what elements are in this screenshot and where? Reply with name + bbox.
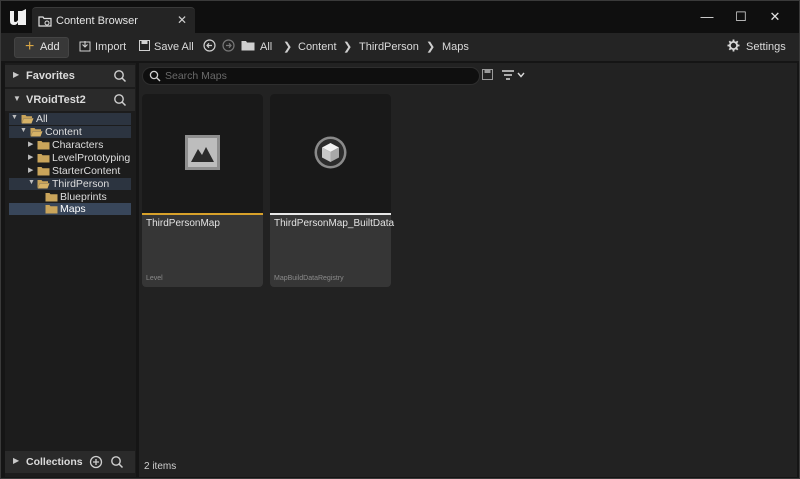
save-all-button[interactable]: Save All <box>154 41 194 53</box>
chevron-right-icon: ▶ <box>28 167 34 174</box>
chevron-right-icon: ▶ <box>28 154 34 161</box>
content-browser-icon <box>38 16 52 27</box>
add-button-label: Add <box>40 41 60 53</box>
breadcrumb-thirdperson[interactable]: ThirdPerson <box>359 41 419 53</box>
minimize-button[interactable]: — <box>697 7 717 27</box>
tree-label: Maps <box>60 203 86 215</box>
open-folder-icon <box>21 115 34 124</box>
open-folder-icon <box>30 128 43 137</box>
asset-tile[interactable]: ThirdPersonMap_BuiltData MapBuildDataReg… <box>270 94 395 287</box>
search-icon[interactable] <box>113 69 127 83</box>
save-icon <box>139 40 150 51</box>
folder-icon <box>37 141 50 150</box>
save-search-icon[interactable] <box>482 69 493 80</box>
asset-thumbnail <box>270 94 391 213</box>
forward-arrow-icon[interactable] <box>222 39 235 52</box>
gear-icon <box>727 39 740 52</box>
tree-label: ThirdPerson <box>52 178 110 190</box>
folder-icon <box>45 205 58 214</box>
folder-icon <box>37 154 50 163</box>
chevron-right-icon: ❯ <box>283 41 293 53</box>
breadcrumb-content[interactable]: Content <box>298 41 337 53</box>
asset-name: ThirdPersonMap_BuiltData <box>274 218 395 229</box>
maximize-button[interactable]: ☐ <box>731 7 751 27</box>
favorites-label: Favorites <box>26 70 75 82</box>
level-icon <box>185 135 220 170</box>
asset-thumbnail <box>142 94 263 213</box>
search-input[interactable] <box>165 68 465 84</box>
tree-item-content[interactable]: ▼ Content <box>9 126 131 138</box>
search-icon[interactable] <box>113 93 127 107</box>
tab-content-browser[interactable]: Content Browser ✕ <box>32 7 195 34</box>
chevron-down-icon: ▼ <box>13 94 21 103</box>
tree-item-maps[interactable]: Maps <box>9 203 131 215</box>
chevron-down-icon: ▼ <box>20 127 27 134</box>
import-button[interactable]: Import <box>95 41 126 53</box>
collections-header[interactable]: ▶ Collections <box>5 451 135 473</box>
search-bar[interactable] <box>142 67 480 85</box>
toolbar: + Add Import Save All All ❯ Content ❯ Th… <box>1 33 799 62</box>
cube-icon <box>314 136 347 169</box>
asset-type: Level <box>146 275 163 282</box>
tree-item-thirdperson[interactable]: ▼ ThirdPerson <box>9 178 131 190</box>
tree-label: All <box>36 113 48 125</box>
tree-item-all[interactable]: ▼ All <box>9 113 131 125</box>
chevron-down-icon: ▼ <box>11 114 18 121</box>
chevron-right-icon: ▶ <box>13 70 20 79</box>
collections-label: Collections <box>26 456 83 468</box>
folder-icon <box>37 167 50 176</box>
chevron-right-icon: ❯ <box>343 41 353 53</box>
project-header[interactable]: ▼ VRoidTest2 <box>5 89 135 111</box>
search-icon <box>149 70 161 82</box>
breadcrumb-all[interactable]: All <box>260 41 272 53</box>
tree-label: StarterContent <box>52 165 121 177</box>
tree-label: LevelPrototyping <box>52 152 131 164</box>
tree-item-levelprototyping[interactable]: ▶ LevelPrototyping <box>9 152 131 164</box>
plus-icon: + <box>25 38 35 55</box>
filter-icon[interactable] <box>501 69 527 81</box>
close-window-button[interactable]: ✕ <box>765 7 785 27</box>
chevron-right-icon: ▶ <box>13 456 20 465</box>
asset-type-color-bar <box>142 213 263 215</box>
asset-type: MapBuildDataRegistry <box>274 275 344 282</box>
tree-item-startercontent[interactable]: ▶ StarterContent <box>9 165 131 177</box>
tree-item-blueprints[interactable]: Blueprints <box>9 191 131 203</box>
folder-icon <box>241 41 255 51</box>
tab-label: Content Browser <box>56 15 138 27</box>
asset-name: ThirdPersonMap <box>146 218 220 229</box>
add-button[interactable]: + Add <box>14 37 69 58</box>
project-label: VRoidTest2 <box>26 94 86 106</box>
breadcrumb-maps[interactable]: Maps <box>442 41 469 53</box>
folder-icon <box>45 193 58 202</box>
unreal-logo-icon <box>10 9 26 25</box>
chevron-right-icon: ❯ <box>426 41 436 53</box>
tree-label: Characters <box>52 139 104 151</box>
open-folder-icon <box>37 180 50 189</box>
favorites-header[interactable]: ▶ Favorites <box>5 65 135 87</box>
add-collection-icon[interactable] <box>89 455 103 469</box>
chevron-down-icon: ▼ <box>28 179 35 186</box>
title-bar: Content Browser ✕ — ☐ ✕ <box>1 1 799 34</box>
tree-item-characters[interactable]: ▶ Characters <box>9 139 131 151</box>
search-icon[interactable] <box>110 455 124 469</box>
item-count: 2 items <box>144 461 177 472</box>
chevron-right-icon: ▶ <box>28 141 34 148</box>
asset-tile[interactable]: ThirdPersonMap Level <box>142 94 263 287</box>
tree-label: Content <box>45 126 82 138</box>
asset-type-color-bar <box>270 213 391 215</box>
settings-button[interactable]: Settings <box>746 41 786 53</box>
back-arrow-icon[interactable] <box>203 39 216 52</box>
content-browser-window: Content Browser ✕ — ☐ ✕ + Add Import Sav… <box>0 0 800 479</box>
import-icon <box>79 41 91 52</box>
close-tab-icon[interactable]: ✕ <box>177 13 187 27</box>
tree-label: Blueprints <box>60 191 107 203</box>
